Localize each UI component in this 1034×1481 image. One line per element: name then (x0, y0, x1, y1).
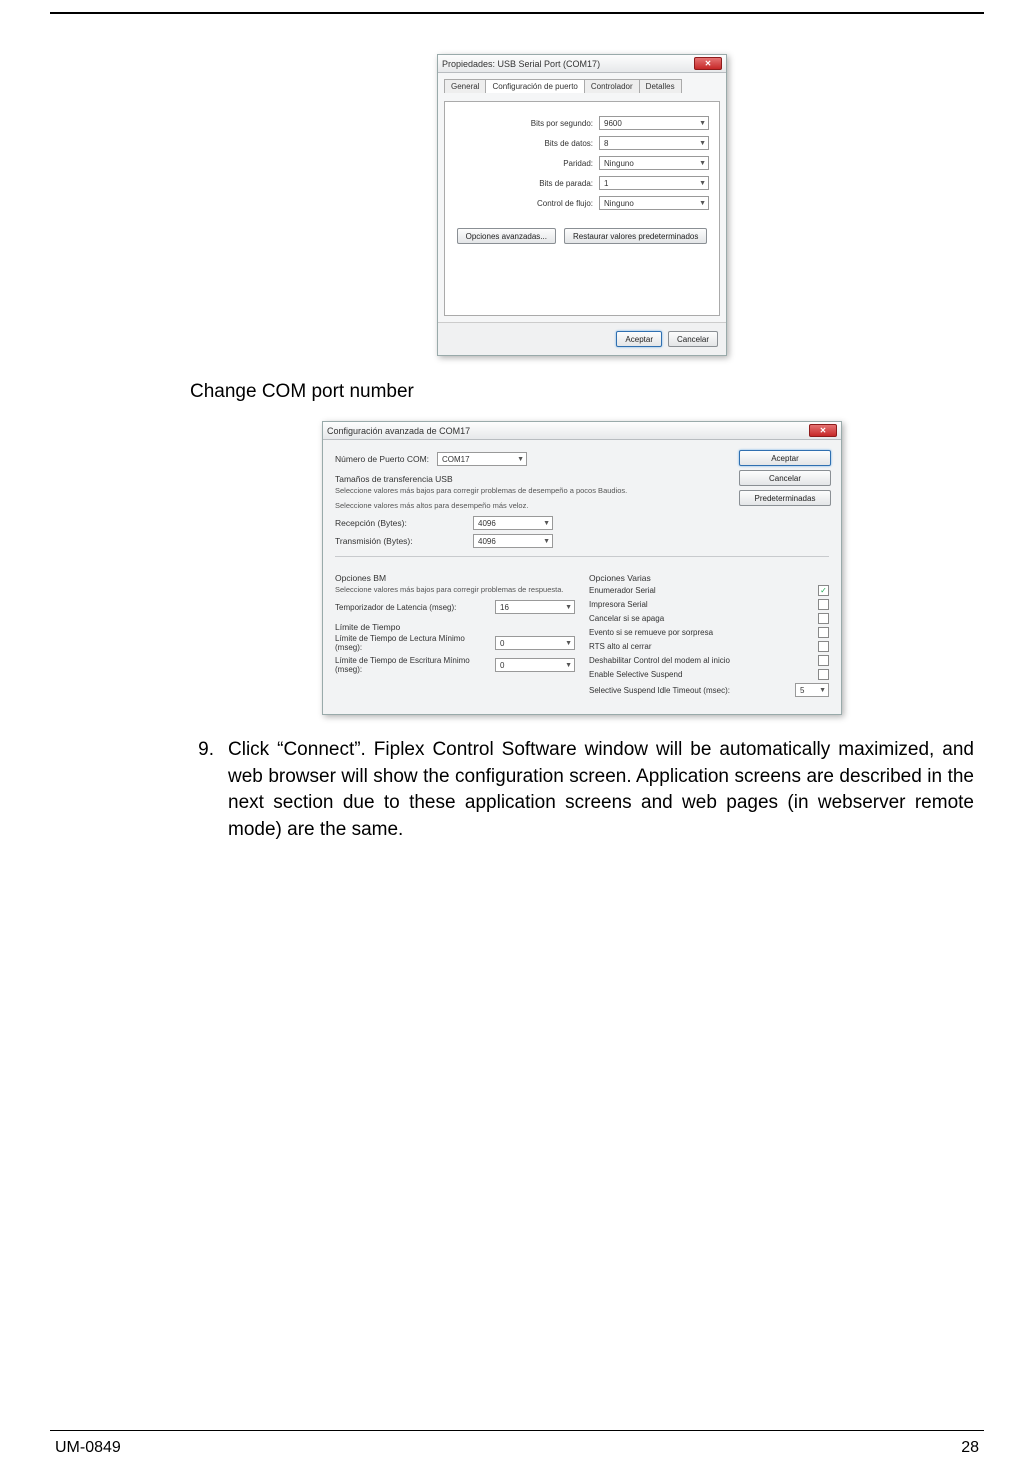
idle-timeout-combo[interactable]: 5 ▼ (795, 683, 829, 697)
advanced-config-dialog: Configuración avanzada de COM17 ✕ Acepta… (322, 421, 842, 715)
bm-options-column: Opciones BM Seleccione valores más bajos… (335, 565, 575, 700)
top-rule (50, 12, 984, 14)
opt-rts-label: RTS alto al cerrar (589, 642, 652, 651)
bps-label: Bits por segundo: (531, 119, 593, 128)
stopbits-combo[interactable]: 1 ▼ (599, 176, 709, 190)
change-com-caption: Change COM port number (190, 381, 974, 403)
chevron-down-icon: ▼ (699, 120, 706, 127)
read-timeout-label: Límite de Tiempo de Lectura Mínimo (mseg… (335, 634, 485, 652)
rx-label: Recepción (Bytes): (335, 518, 465, 528)
tab-panel: Bits por segundo: 9600 ▼ Bits de datos: … (444, 101, 720, 316)
ok-button[interactable]: Aceptar (616, 331, 662, 347)
restore-defaults-button[interactable]: Restaurar valores predeterminados (564, 228, 707, 244)
opt-enumerator-label: Enumerador Serial (589, 586, 656, 595)
footer-doc-id: UM-0849 (55, 1439, 121, 1457)
write-timeout-label: Límite de Tiempo de Escritura Mínimo (ms… (335, 656, 485, 674)
opt-cancel-off-label: Cancelar si se apaga (589, 614, 664, 623)
opt-surprise-label: Evento si se remueve por sorpresa (589, 628, 713, 637)
stopbits-value: 1 (604, 179, 608, 188)
footer-page-number: 28 (961, 1439, 979, 1457)
step-9: 9. Click “Connect”. Fiplex Control Softw… (190, 737, 974, 843)
bm-hint: Seleccione valores más bajos para correg… (335, 585, 575, 594)
flow-label: Control de flujo: (537, 199, 593, 208)
ok-button[interactable]: Aceptar (739, 450, 831, 466)
step-number: 9. (190, 737, 228, 843)
latency-label: Temporizador de Latencia (mseg): (335, 603, 456, 612)
databits-combo[interactable]: 8 ▼ (599, 136, 709, 150)
chevron-down-icon: ▼ (699, 180, 706, 187)
read-timeout-combo[interactable]: 0 ▼ (495, 636, 575, 650)
misc-options-column: Opciones Varias Enumerador Serial Impres… (589, 565, 829, 700)
bottom-rule (50, 1430, 984, 1431)
bps-combo[interactable]: 9600 ▼ (599, 116, 709, 130)
latency-combo[interactable]: 16 ▼ (495, 600, 575, 614)
chevron-down-icon: ▼ (565, 640, 572, 647)
cancel-button[interactable]: Cancelar (668, 331, 718, 347)
opt-printer-check[interactable] (818, 599, 829, 610)
latency-value: 16 (500, 603, 509, 612)
parity-combo[interactable]: Ninguno ▼ (599, 156, 709, 170)
opt-cancel-off-check[interactable] (818, 613, 829, 624)
com-number-label: Número de Puerto COM: (335, 454, 429, 464)
chevron-down-icon: ▼ (699, 160, 706, 167)
dialog-title: Configuración avanzada de COM17 (327, 426, 809, 436)
flow-value: Ninguno (604, 199, 634, 208)
chevron-down-icon: ▼ (543, 538, 550, 545)
chevron-down-icon: ▼ (543, 520, 550, 527)
opt-modem-check[interactable] (818, 655, 829, 666)
rx-combo[interactable]: 4096 ▼ (473, 516, 553, 530)
rx-value: 4096 (478, 519, 496, 528)
advanced-button[interactable]: Opciones avanzadas... (457, 228, 556, 244)
tab-strip: General Configuración de puerto Controla… (444, 79, 720, 93)
tab-driver[interactable]: Controlador (584, 79, 640, 93)
close-icon[interactable]: ✕ (694, 57, 722, 70)
opt-surprise-check[interactable] (818, 627, 829, 638)
content-column: Propiedades: USB Serial Port (COM17) ✕ G… (50, 54, 984, 843)
bps-value: 9600 (604, 119, 622, 128)
opt-printer-label: Impresora Serial (589, 600, 648, 609)
opt-enumerator-check[interactable] (818, 585, 829, 596)
dialog-title: Propiedades: USB Serial Port (COM17) (442, 59, 694, 69)
close-icon[interactable]: ✕ (809, 424, 837, 437)
step-text: Click “Connect”. Fiplex Control Software… (228, 737, 974, 843)
opt-idle-label: Selective Suspend Idle Timeout (msec): (589, 686, 730, 695)
stopbits-label: Bits de parada: (539, 179, 593, 188)
databits-label: Bits de datos: (545, 139, 593, 148)
opt-suspend-label: Enable Selective Suspend (589, 670, 682, 679)
flow-combo[interactable]: Ninguno ▼ (599, 196, 709, 210)
defaults-button[interactable]: Predeterminadas (739, 490, 831, 506)
cancel-button[interactable]: Cancelar (739, 470, 831, 486)
misc-title: Opciones Varias (589, 573, 829, 583)
com-number-value: COM17 (442, 455, 470, 464)
dialog-titlebar[interactable]: Configuración avanzada de COM17 ✕ (323, 422, 841, 440)
tab-general[interactable]: General (444, 79, 486, 93)
read-timeout-value: 0 (500, 639, 504, 648)
write-timeout-combo[interactable]: 0 ▼ (495, 658, 575, 672)
idle-timeout-value: 5 (800, 686, 804, 695)
opt-suspend-check[interactable] (818, 669, 829, 680)
databits-value: 8 (604, 139, 608, 148)
chevron-down-icon: ▼ (565, 662, 572, 669)
dialog-titlebar[interactable]: Propiedades: USB Serial Port (COM17) ✕ (438, 55, 726, 73)
tx-value: 4096 (478, 537, 496, 546)
chevron-down-icon: ▼ (699, 200, 706, 207)
write-timeout-value: 0 (500, 661, 504, 670)
opt-modem-label: Deshabilitar Control del modem al inicio (589, 656, 730, 665)
bm-title: Opciones BM (335, 573, 575, 583)
tab-port-config[interactable]: Configuración de puerto (485, 79, 584, 93)
chevron-down-icon: ▼ (819, 687, 826, 694)
chevron-down-icon: ▼ (699, 140, 706, 147)
chevron-down-icon: ▼ (517, 456, 524, 463)
opt-rts-check[interactable] (818, 641, 829, 652)
tab-details[interactable]: Detalles (639, 79, 682, 93)
tx-combo[interactable]: 4096 ▼ (473, 534, 553, 548)
parity-label: Paridad: (563, 159, 593, 168)
parity-value: Ninguno (604, 159, 634, 168)
properties-dialog: Propiedades: USB Serial Port (COM17) ✕ G… (437, 54, 727, 356)
chevron-down-icon: ▼ (565, 604, 572, 611)
tx-label: Transmisión (Bytes): (335, 536, 465, 546)
com-number-combo[interactable]: COM17 ▼ (437, 452, 527, 466)
timeouts-title: Límite de Tiempo (335, 622, 575, 632)
